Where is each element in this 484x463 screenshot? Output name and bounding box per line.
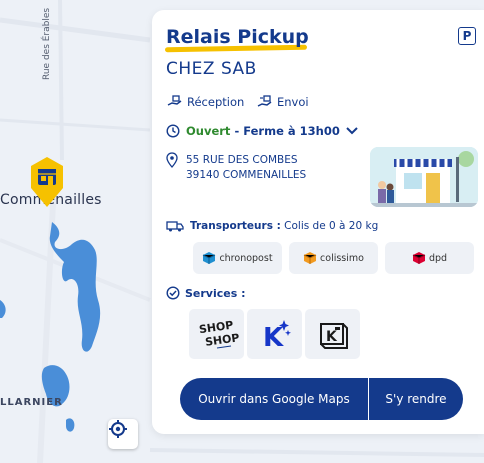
- colissimo-logo-icon: [303, 252, 317, 264]
- carrier-colissimo: colissimo: [289, 242, 378, 274]
- locate-me-button[interactable]: [108, 419, 138, 449]
- transporteurs-label: Transporteurs :: [190, 220, 281, 232]
- check-circle-icon: [166, 286, 180, 300]
- village-label: LLARNIER: [0, 397, 63, 408]
- opening-hours-toggle[interactable]: Ouvert - Ferme à 13h00: [166, 124, 358, 138]
- carrier-chronopost-label: chronopost: [219, 252, 273, 264]
- carrier-dpd-label: dpd: [428, 252, 448, 264]
- carrier-colissimo-label: colissimo: [320, 252, 364, 264]
- chronopost-logo-icon: [203, 252, 216, 264]
- open-google-maps-button[interactable]: Ouvrir dans Google Maps: [180, 378, 369, 420]
- relay-point-card: Relais Pickup P CHEZ SAB Réception Envoi…: [152, 10, 484, 434]
- directions-button[interactable]: S'y rendre: [369, 378, 463, 420]
- parking-icon: P: [458, 27, 476, 45]
- transporteurs-row: Transporteurs : Colis de 0 à 20 kg: [166, 220, 378, 232]
- k-service-tile: K: [247, 309, 302, 359]
- transporteurs-detail: Colis de 0 à 20 kg: [284, 220, 379, 232]
- clock-icon: [166, 124, 180, 138]
- action-buttons: Ouvrir dans Google Maps S'y rendre: [180, 378, 463, 420]
- reception-label: Réception: [187, 95, 245, 109]
- dpd-logo-icon: [412, 252, 426, 264]
- status-open: Ouvert: [186, 124, 231, 138]
- carrier-dpd: dpd: [385, 242, 474, 274]
- locker-service-tile: K: [305, 309, 360, 359]
- chevron-down-icon: [346, 127, 358, 135]
- locker-box-icon: K: [319, 323, 348, 349]
- reception-service: Réception: [166, 95, 244, 109]
- crosshair-icon: [109, 420, 127, 438]
- service-tiles: SHOP SHOP K K: [189, 309, 360, 359]
- hand-send-icon: [257, 95, 272, 107]
- shop-illustration: [370, 147, 478, 207]
- street-label: Rue des Érables: [42, 7, 52, 80]
- location-pin-icon: [166, 152, 178, 168]
- truck-icon: [166, 221, 184, 232]
- svg-text:K: K: [263, 323, 284, 352]
- carrier-chronopost: chronopost: [193, 242, 282, 274]
- address-line-2: 39140 COMMENAILLES: [186, 169, 307, 181]
- hand-package-icon: [167, 95, 182, 106]
- closing-time: - Ferme à 13h00: [234, 124, 340, 138]
- k-sparkle-logo-icon: K: [263, 320, 291, 352]
- services-label: Services :: [185, 286, 246, 300]
- address-block: 55 RUE DES COMBES 39140 COMMENAILLES: [166, 152, 306, 183]
- shop-shop-logo-icon: SHOP SHOP: [198, 318, 239, 348]
- services-row: Services :: [166, 286, 246, 300]
- envoi-service: Envoi: [256, 95, 309, 109]
- relay-name: CHEZ SAB: [166, 59, 257, 79]
- address-line-1: 55 RUE DES COMBES: [186, 154, 298, 166]
- envoi-label: Envoi: [277, 95, 309, 109]
- svg-text:K: K: [326, 329, 338, 345]
- carrier-list: chronopost colissimo dpd: [193, 242, 474, 274]
- shop-shop-service-tile: SHOP SHOP: [189, 309, 244, 359]
- card-title: Relais Pickup: [166, 26, 309, 48]
